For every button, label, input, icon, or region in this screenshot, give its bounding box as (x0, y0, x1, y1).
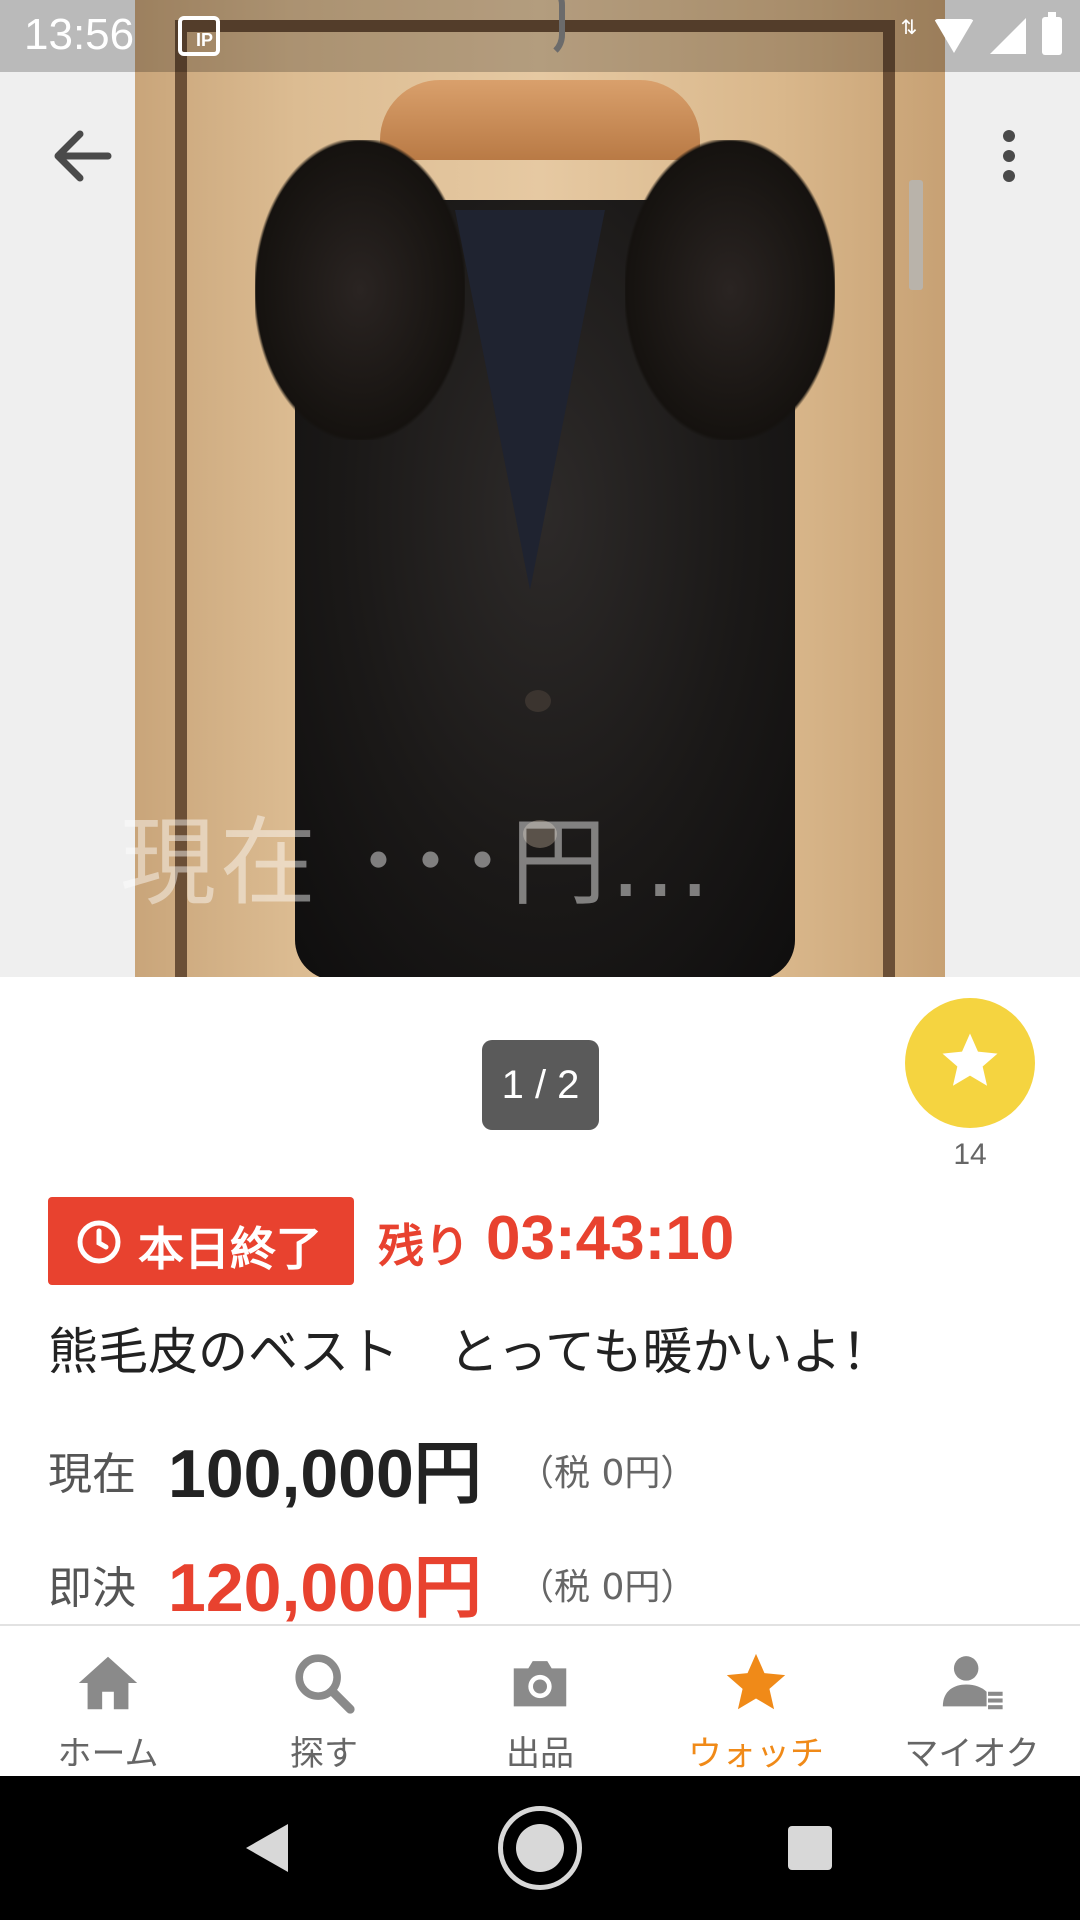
tab-home-label: ホーム (57, 1734, 159, 1774)
wifi-icon (934, 19, 974, 53)
account-icon (942, 1656, 1003, 1710)
status-icons: ⇅ (900, 12, 1062, 56)
cell-signal-icon (990, 18, 1026, 54)
tab-sell-label: 出品 (506, 1734, 574, 1774)
search-icon (295, 1654, 355, 1714)
arrow-back-icon (54, 130, 112, 182)
system-navigation-bar (0, 1776, 1080, 1920)
tab-sell[interactable]: 出品 (432, 1626, 648, 1776)
nav-back-icon[interactable] (246, 1824, 288, 1872)
ends-today-label: 本日終了 (138, 1222, 322, 1276)
star-icon (726, 1653, 786, 1710)
tab-search[interactable]: 探す (216, 1626, 432, 1776)
tab-watch[interactable]: ウォッチ (648, 1626, 864, 1776)
status-bar: 13:56 IP ⇅ (0, 0, 1080, 72)
tab-my-auction-label: マイオク (904, 1734, 1040, 1774)
back-button[interactable] (50, 128, 120, 184)
more-options-button[interactable] (990, 128, 1028, 184)
clock-icon (77, 1220, 121, 1264)
photo-door-hinge (909, 180, 923, 290)
watch-count: 14 (953, 1138, 987, 1171)
tab-home[interactable]: ホーム (0, 1626, 216, 1776)
current-price-label: 現在 (48, 1449, 136, 1500)
vest-button-top (525, 690, 551, 712)
vest-fur-collar-right (625, 140, 835, 440)
battery-icon (1042, 12, 1062, 55)
image-watermark: 現在 ･･･円... (120, 807, 715, 919)
nav-recents-icon[interactable] (788, 1826, 832, 1870)
buyout-price-tax: （税 0円） (518, 1567, 697, 1608)
status-time: 13:56 (24, 10, 135, 59)
tab-watch-label: ウォッチ (688, 1734, 824, 1774)
current-price-value: 100,000円 (168, 1436, 482, 1512)
data-arrows-icon: ⇅ (900, 15, 918, 39)
buyout-price-value: 120,000円 (168, 1550, 482, 1626)
remaining-time: 03:43:10 (486, 1204, 735, 1273)
bottom-tab-bar: ホーム 探す 出品 ウォッチ マイオク (0, 1624, 1080, 1776)
star-icon (942, 1033, 998, 1086)
tab-search-label: 探す (290, 1734, 358, 1774)
current-price-tax: （税 0円） (518, 1453, 697, 1494)
tab-my-auction[interactable]: マイオク (864, 1626, 1080, 1776)
image-counter: 1 / 2 (482, 1040, 599, 1130)
item-image-viewer[interactable]: 現在 ･･･円... (0, 0, 1080, 977)
vest-fur-collar-left (255, 140, 465, 440)
remaining-label: 残り (378, 1219, 470, 1273)
watch-button[interactable] (905, 998, 1035, 1128)
ends-today-badge: 本日終了 (48, 1197, 354, 1285)
ip-badge-icon: IP (178, 16, 220, 56)
camera-icon (513, 1661, 567, 1707)
item-title: 熊毛皮のベスト とっても暖かいよ！ (48, 1323, 892, 1381)
more-vert-icon (1003, 130, 1015, 182)
nav-home-icon[interactable] (498, 1806, 582, 1890)
buyout-price-label: 即決 (48, 1563, 136, 1614)
home-icon (78, 1656, 138, 1710)
